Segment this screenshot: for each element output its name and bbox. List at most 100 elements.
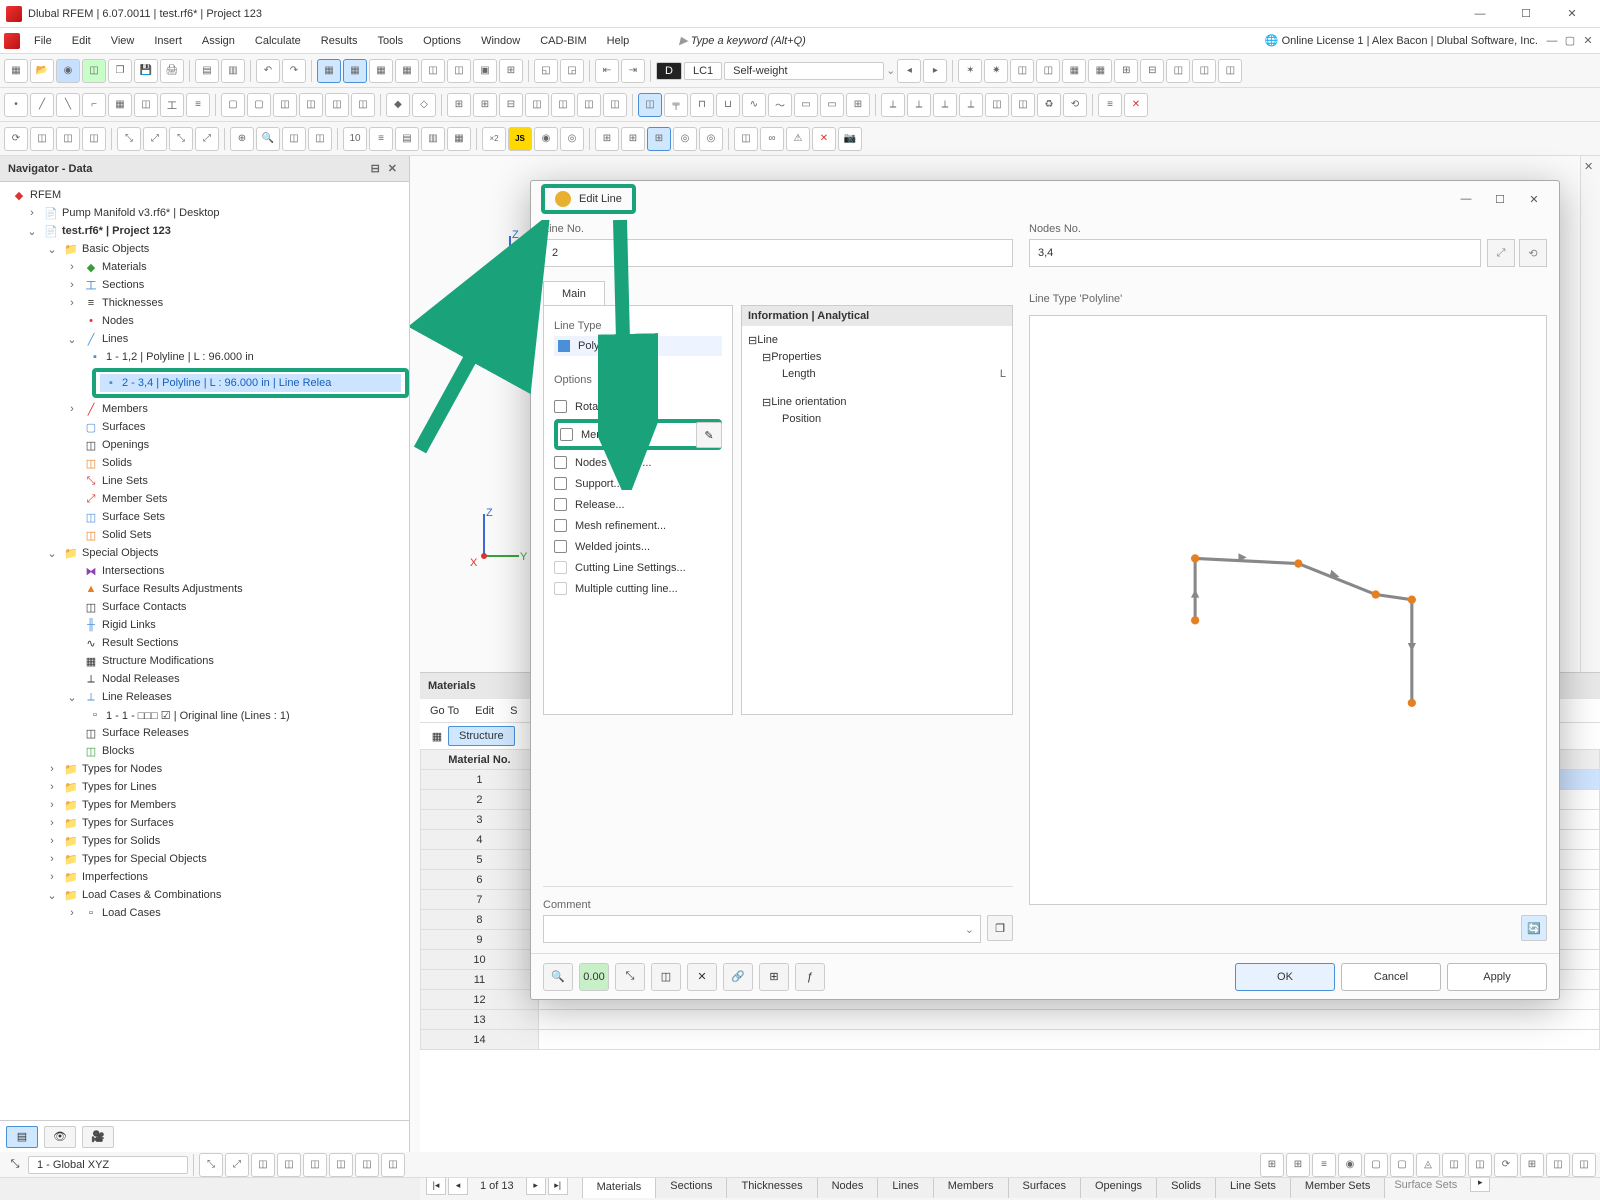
menu-options[interactable]: Options: [413, 31, 471, 51]
csb-7[interactable]: ◫: [355, 1153, 379, 1177]
minimize-button[interactable]: —: [1458, 2, 1502, 26]
tb3-z1[interactable]: ⊕: [230, 127, 254, 151]
tb-view7[interactable]: ▣: [473, 59, 497, 83]
line-no-input[interactable]: 2: [543, 239, 1013, 267]
tb-next[interactable]: ▸: [923, 59, 947, 83]
cs-combo[interactable]: 1 - Global XYZ: [28, 1156, 188, 1174]
tb2-g3[interactable]: ⊟: [499, 93, 523, 117]
pg-last[interactable]: ▸|: [548, 1177, 568, 1195]
tb3-n1[interactable]: 10: [343, 127, 367, 151]
dlg-close[interactable]: ✕: [1519, 188, 1549, 210]
csb-r6[interactable]: ▢: [1390, 1153, 1414, 1177]
tb-cloud[interactable]: ◉: [56, 59, 80, 83]
tb-new[interactable]: ▦: [4, 59, 28, 83]
tb2-s4[interactable]: ◫: [299, 93, 323, 117]
tb2-g4[interactable]: ◫: [525, 93, 549, 117]
nav-tree[interactable]: ◆RFEM ›📄Pump Manifold v3.rf6* | Desktop …: [0, 182, 409, 1120]
tb-redo[interactable]: ↷: [282, 59, 306, 83]
tb2-j3[interactable]: ⟂: [933, 93, 957, 117]
tb2-h6[interactable]: 〜: [768, 93, 792, 117]
menu-window[interactable]: Window: [471, 31, 530, 51]
tb2-k1[interactable]: ≡: [1098, 93, 1122, 117]
tb-r4[interactable]: ◫: [1036, 59, 1060, 83]
tb3-z4[interactable]: ◫: [308, 127, 332, 151]
tb2-j4[interactable]: ⟂: [959, 93, 983, 117]
tb2-h1[interactable]: ◫: [638, 93, 662, 117]
dlg-i5[interactable]: ✕: [687, 963, 717, 991]
menu-results[interactable]: Results: [311, 31, 368, 51]
preview-refresh[interactable]: 🔄: [1521, 915, 1547, 941]
tb-prev[interactable]: ◂: [897, 59, 921, 83]
csb-r3[interactable]: ≡: [1312, 1153, 1336, 1177]
csb-r13[interactable]: ◫: [1572, 1153, 1596, 1177]
tb3-z3[interactable]: ◫: [282, 127, 306, 151]
dlg-i2[interactable]: 0.00: [579, 963, 609, 991]
tb-block[interactable]: ◫: [82, 59, 106, 83]
tb2-s6[interactable]: ◫: [351, 93, 375, 117]
tb2-j5[interactable]: ◫: [985, 93, 1009, 117]
csb-3[interactable]: ◫: [251, 1153, 275, 1177]
tb-doc1[interactable]: ▤: [195, 59, 219, 83]
tb-copy[interactable]: ❐: [108, 59, 132, 83]
dlg-min[interactable]: —: [1451, 188, 1481, 210]
app-menu-icon[interactable]: [4, 33, 20, 49]
tb2-e1[interactable]: ◆: [386, 93, 410, 117]
tb3-js[interactable]: JS: [508, 127, 532, 151]
tb2-mat[interactable]: ▦: [108, 93, 132, 117]
tb-r11[interactable]: ◫: [1218, 59, 1242, 83]
opt-rotation[interactable]: Rotation...: [554, 396, 722, 417]
csb-r2[interactable]: ⊞: [1286, 1153, 1310, 1177]
tb2-g7[interactable]: ◫: [603, 93, 627, 117]
tb-r3[interactable]: ◫: [1010, 59, 1034, 83]
lc-dropdown-icon[interactable]: ⌄: [886, 64, 895, 77]
mdi-max[interactable]: ▢: [1562, 34, 1578, 48]
tree-line-2[interactable]: ▪2 - 3,4 | Polyline | L : 96.000 in | Li…: [100, 374, 401, 392]
tb2-l3[interactable]: ╲: [56, 93, 80, 117]
tb-r9[interactable]: ◫: [1166, 59, 1190, 83]
csb-r8[interactable]: ◫: [1442, 1153, 1466, 1177]
tb2-g5[interactable]: ◫: [551, 93, 575, 117]
tb-view3[interactable]: ▦: [369, 59, 393, 83]
tb-cube2[interactable]: ◲: [560, 59, 584, 83]
search-hint[interactable]: ▶ Type a keyword (Alt+Q): [679, 34, 806, 47]
tb2-e2[interactable]: ◇: [412, 93, 436, 117]
csb-1[interactable]: ⤡: [199, 1153, 223, 1177]
tb3-m4[interactable]: ✕: [812, 127, 836, 151]
tb3-cam[interactable]: 📷: [838, 127, 862, 151]
tb3-c3[interactable]: ◫: [82, 127, 106, 151]
tb-print[interactable]: 🖨: [160, 59, 184, 83]
tb2-s1[interactable]: ▢: [221, 93, 245, 117]
rs-close[interactable]: ✕: [1584, 160, 1593, 173]
tb-r7[interactable]: ⊞: [1114, 59, 1138, 83]
dlg-i8[interactable]: ƒ: [795, 963, 825, 991]
tb2-h9[interactable]: ⊞: [846, 93, 870, 117]
tb-align1[interactable]: ⇤: [595, 59, 619, 83]
menu-view[interactable]: View: [101, 31, 145, 51]
dlg-ok[interactable]: OK: [1235, 963, 1335, 991]
pg-first[interactable]: |◂: [426, 1177, 446, 1195]
menu-file[interactable]: File: [24, 31, 62, 51]
tb-doc2[interactable]: ▥: [221, 59, 245, 83]
tb2-j6[interactable]: ◫: [1011, 93, 1035, 117]
tb-view4[interactable]: ▦: [395, 59, 419, 83]
csb-r4[interactable]: ◉: [1338, 1153, 1362, 1177]
tb3-g3[interactable]: ⊞: [647, 127, 671, 151]
csb-r1[interactable]: ⊞: [1260, 1153, 1284, 1177]
tb2-h8[interactable]: ▭: [820, 93, 844, 117]
pg-next[interactable]: ▸: [526, 1177, 546, 1195]
opt-mesh[interactable]: Mesh refinement...: [554, 515, 722, 536]
tb3-m2[interactable]: ∞: [760, 127, 784, 151]
tb2-s3[interactable]: ◫: [273, 93, 297, 117]
tb3-ax1[interactable]: ⤡: [117, 127, 141, 151]
tb-open[interactable]: 📂: [30, 59, 54, 83]
csb-r10[interactable]: ⟳: [1494, 1153, 1518, 1177]
tb3-ref[interactable]: ⟳: [4, 127, 28, 151]
menu-help[interactable]: Help: [597, 31, 640, 51]
tb2-h7[interactable]: ▭: [794, 93, 818, 117]
dlg-i4[interactable]: ◫: [651, 963, 681, 991]
tb3-g4[interactable]: ◎: [673, 127, 697, 151]
tb-align2[interactable]: ⇥: [621, 59, 645, 83]
tb2-h5[interactable]: ∿: [742, 93, 766, 117]
tb2-th[interactable]: ≡: [186, 93, 210, 117]
tb-undo[interactable]: ↶: [256, 59, 280, 83]
